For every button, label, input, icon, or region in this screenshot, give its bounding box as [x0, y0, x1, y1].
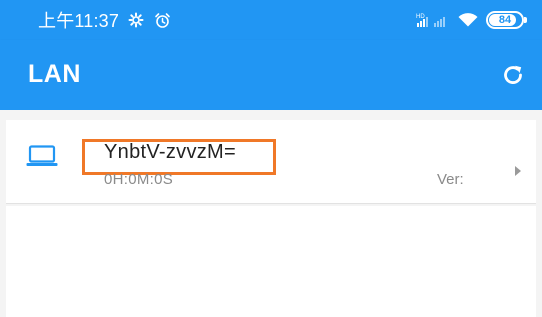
page-title: LAN — [28, 60, 81, 88]
chevron-right-icon — [514, 163, 522, 176]
status-bar: 上午11:37 HD 84 — [0, 0, 542, 40]
refresh-button[interactable] — [498, 60, 528, 90]
app-screen: 上午11:37 HD 84 LAN YnbtV-zvvzM= 0H:0M:0S … — [0, 0, 542, 317]
status-right-group: HD 84 — [416, 9, 527, 31]
app-bar: LAN — [0, 40, 542, 110]
laptop-icon — [26, 145, 58, 167]
alarm-icon — [153, 11, 171, 29]
battery-level: 84 — [498, 14, 512, 26]
status-time: 上午11:37 — [38, 11, 120, 31]
status-left-group: 上午11:37 — [38, 9, 171, 31]
battery-cap — [524, 17, 527, 23]
device-name: YnbtV-zvvzM= — [104, 141, 236, 163]
refresh-icon — [504, 65, 522, 84]
list-item[interactable]: YnbtV-zvvzM= 0H:0M:0S Ver: — [6, 120, 536, 204]
signal-icon: HD — [416, 11, 450, 29]
battery-icon: 84 — [486, 11, 527, 29]
device-uptime: 0H:0M:0S — [104, 171, 174, 188]
gear-icon — [127, 11, 145, 29]
empty-list-area — [6, 206, 536, 317]
device-version: Ver: — [437, 171, 464, 188]
wifi-icon — [457, 11, 479, 29]
device-list: YnbtV-zvvzM= 0H:0M:0S Ver: — [0, 110, 542, 317]
